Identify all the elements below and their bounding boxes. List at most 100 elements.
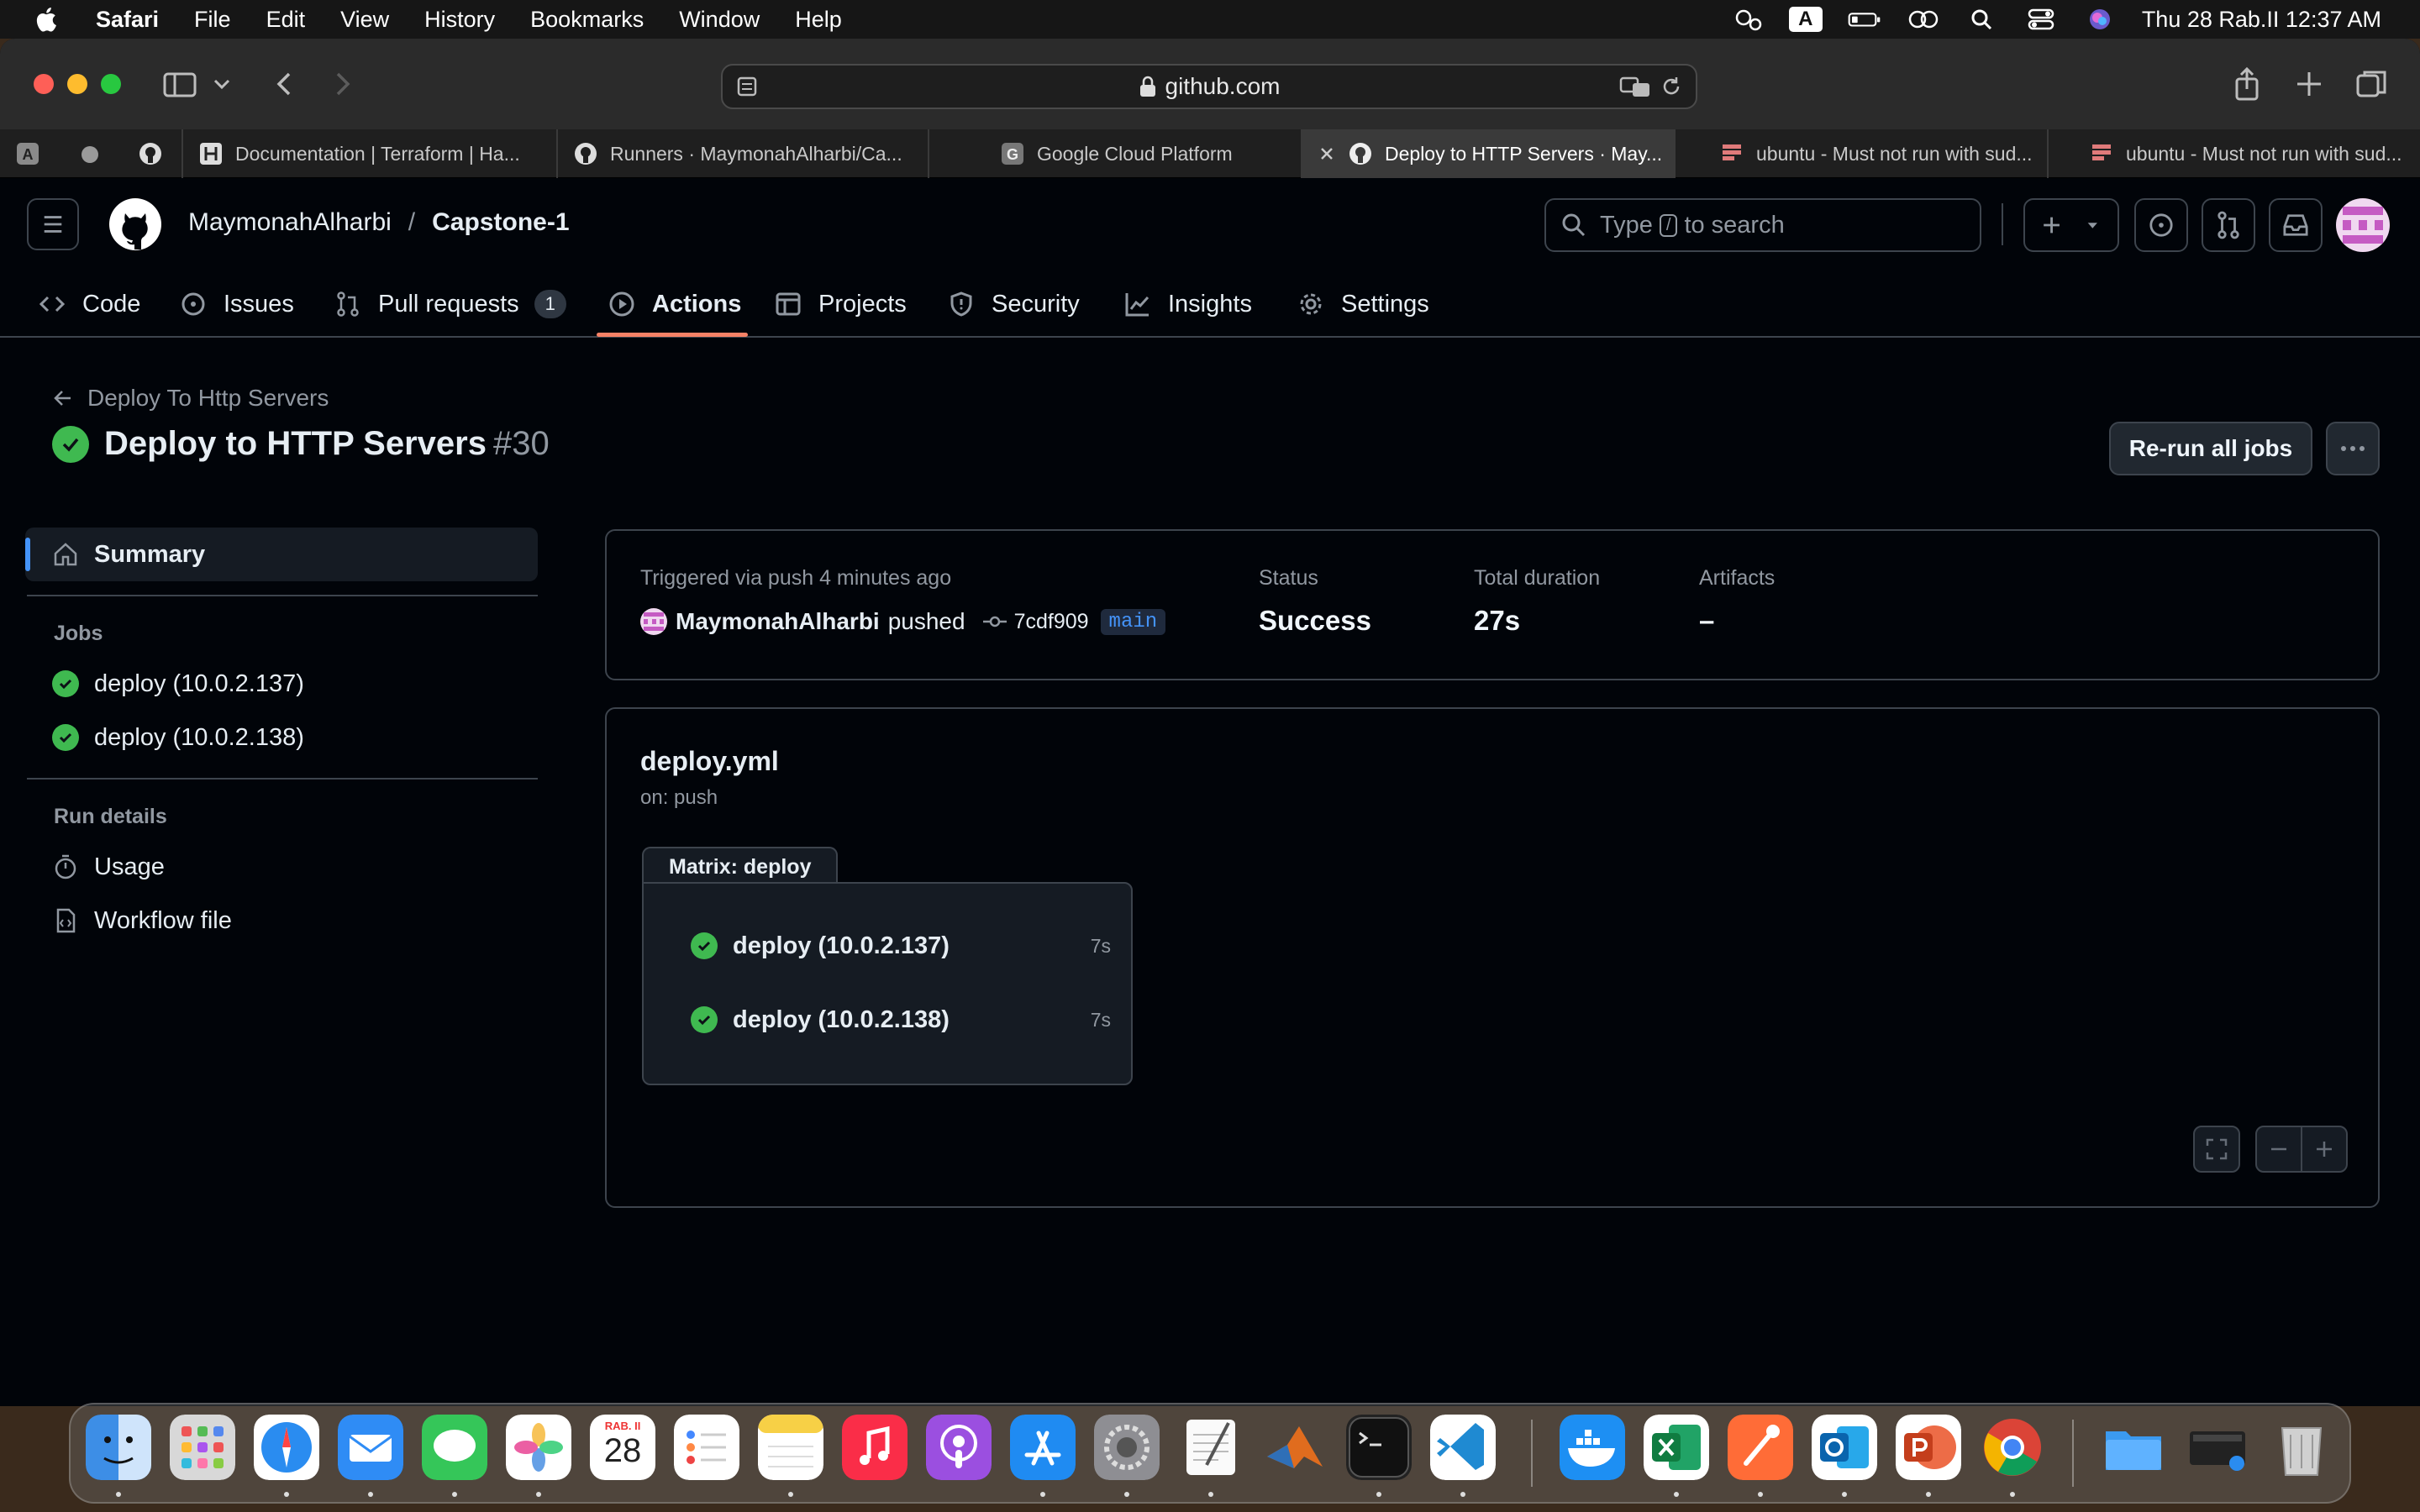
create-new-button[interactable] [2023, 198, 2119, 252]
translate-icon[interactable] [1618, 74, 1652, 99]
fullscreen-button[interactable] [2193, 1126, 2240, 1173]
music-icon[interactable] [842, 1415, 908, 1480]
minimize-window-button[interactable] [67, 74, 87, 94]
sidebar-toggle-icon[interactable] [160, 64, 200, 104]
tab-code[interactable]: Code [39, 270, 140, 338]
chrome-icon[interactable] [1980, 1415, 2045, 1480]
close-tab-icon[interactable] [1318, 144, 1336, 163]
apple-icon[interactable] [32, 4, 62, 34]
outlook-icon[interactable] [1812, 1415, 1877, 1480]
zoom-in-button[interactable] [2301, 1126, 2348, 1173]
weather-icon[interactable] [1730, 7, 1764, 32]
calendar-icon[interactable]: RAB. II 28 [590, 1415, 655, 1480]
tab-terraform-docs[interactable]: Documentation | Terraform | Ha... [182, 129, 556, 178]
notes-icon[interactable] [758, 1415, 823, 1480]
recent-window-thumbnail[interactable] [2185, 1415, 2250, 1480]
breadcrumb-owner[interactable]: MaymonahAlharbi [188, 208, 392, 237]
branch-badge[interactable]: main [1100, 608, 1166, 635]
forward-arrow-icon[interactable] [323, 64, 363, 104]
workflow-file-name[interactable]: deploy.yml [640, 746, 779, 777]
close-window-button[interactable] [34, 74, 54, 94]
pinned-tab-apple-icon[interactable] [77, 141, 103, 166]
tab-pull-requests[interactable]: Pull requests 1 [334, 270, 566, 338]
menu-view[interactable]: View [340, 7, 389, 33]
actor-name-link[interactable]: MaymonahAlharbi [676, 608, 880, 635]
spotlight-icon[interactable] [1965, 7, 1999, 32]
launchpad-icon[interactable] [170, 1415, 235, 1480]
pull-requests-button[interactable] [2202, 198, 2255, 252]
terminal-icon[interactable] [1346, 1415, 1412, 1480]
search-input[interactable]: Type / to search [1544, 198, 1981, 252]
github-logo-icon[interactable] [108, 197, 163, 252]
screen-mirroring-icon[interactable] [1907, 7, 1940, 32]
avatar[interactable] [2336, 198, 2390, 252]
downloads-folder-icon[interactable] [2101, 1415, 2166, 1480]
menu-window[interactable]: Window [679, 7, 760, 33]
postman-icon[interactable] [1728, 1415, 1793, 1480]
pinned-tab-a-icon[interactable]: A [15, 141, 40, 166]
textedit-icon[interactable] [1178, 1415, 1244, 1480]
tab-security[interactable]: Security [948, 270, 1080, 338]
rerun-all-jobs-button[interactable]: Re-run all jobs [2109, 422, 2312, 475]
back-arrow-icon[interactable] [264, 64, 304, 104]
podcasts-icon[interactable] [926, 1415, 992, 1480]
sidebar-item-summary[interactable]: Summary [25, 528, 538, 581]
tab-actions[interactable]: Actions [608, 270, 741, 338]
back-to-workflow-link[interactable]: Deploy To Http Servers [52, 385, 329, 412]
sidebar-item-usage[interactable]: Usage [25, 840, 538, 894]
tab-google-cloud[interactable]: G Google Cloud Platform [928, 129, 1301, 178]
tab-runners[interactable]: Runners · MaymonahAlharbi/Ca... [556, 129, 928, 178]
tab-issues[interactable]: Issues [180, 270, 294, 338]
vscode-icon[interactable] [1430, 1415, 1496, 1480]
photos-icon[interactable] [506, 1415, 571, 1480]
menu-bookmarks[interactable]: Bookmarks [530, 7, 644, 33]
messages-icon[interactable] [422, 1415, 487, 1480]
tab-projects[interactable]: Projects [775, 270, 907, 338]
share-icon[interactable] [2227, 64, 2267, 104]
graph-job-137[interactable]: deploy (10.0.2.137) 7s [691, 929, 1111, 963]
tab-ubuntu-sudo-2[interactable]: ubuntu - Must not run with sud... [2047, 129, 2420, 178]
powerpoint-icon[interactable] [1896, 1415, 1961, 1480]
menu-help[interactable]: Help [795, 7, 842, 33]
tab-settings[interactable]: Settings [1297, 270, 1429, 338]
tab-ubuntu-sudo-1[interactable]: ubuntu - Must not run with sud... [1674, 129, 2047, 178]
global-nav-button[interactable] [27, 198, 79, 250]
matlab-icon[interactable] [1262, 1415, 1328, 1480]
sidebar-item-job-138[interactable]: deploy (10.0.2.138) [25, 711, 538, 764]
docker-icon[interactable] [1560, 1415, 1625, 1480]
chevron-down-icon[interactable] [210, 64, 234, 104]
input-source-indicator[interactable]: A [1788, 7, 1823, 32]
menu-app-name[interactable]: Safari [96, 7, 159, 33]
reminders-icon[interactable] [674, 1415, 739, 1480]
trash-icon[interactable] [2269, 1415, 2334, 1480]
menu-file[interactable]: File [194, 7, 231, 33]
tab-deploy-http-servers[interactable]: Deploy to HTTP Servers · May... [1301, 129, 1674, 178]
zoom-window-button[interactable] [101, 74, 121, 94]
battery-icon[interactable] [1848, 7, 1881, 32]
menu-history[interactable]: History [424, 7, 495, 33]
app-store-icon[interactable] [1010, 1415, 1076, 1480]
new-tab-icon[interactable] [2289, 64, 2329, 104]
excel-icon[interactable] [1644, 1415, 1709, 1480]
actor-avatar[interactable] [640, 608, 667, 635]
tab-overview-icon[interactable] [2351, 64, 2391, 104]
sidebar-item-job-137[interactable]: deploy (10.0.2.137) [25, 657, 538, 711]
system-settings-icon[interactable] [1094, 1415, 1160, 1480]
control-center-icon[interactable] [2024, 7, 2058, 32]
page-menu-icon[interactable] [734, 74, 760, 99]
menubar-clock[interactable]: Thu 28 Rab.II 12:37 AM [2142, 7, 2381, 33]
mail-icon[interactable] [338, 1415, 403, 1480]
issues-button[interactable] [2134, 198, 2188, 252]
commit-sha-link[interactable]: 7cdf909 [1014, 610, 1089, 634]
more-options-button[interactable] [2326, 422, 2380, 475]
sidebar-item-workflow-file[interactable]: Workflow file [25, 894, 538, 948]
graph-job-138[interactable]: deploy (10.0.2.138) 7s [691, 1003, 1111, 1037]
tab-insights[interactable]: Insights [1124, 270, 1252, 338]
address-bar[interactable]: github.com [721, 64, 1697, 109]
siri-icon[interactable] [2083, 7, 2117, 32]
reload-icon[interactable] [1659, 74, 1684, 99]
finder-icon[interactable] [86, 1415, 151, 1480]
inbox-button[interactable] [2269, 198, 2323, 252]
zoom-out-button[interactable] [2255, 1126, 2302, 1173]
breadcrumb-repo[interactable]: Capstone-1 [432, 208, 569, 237]
